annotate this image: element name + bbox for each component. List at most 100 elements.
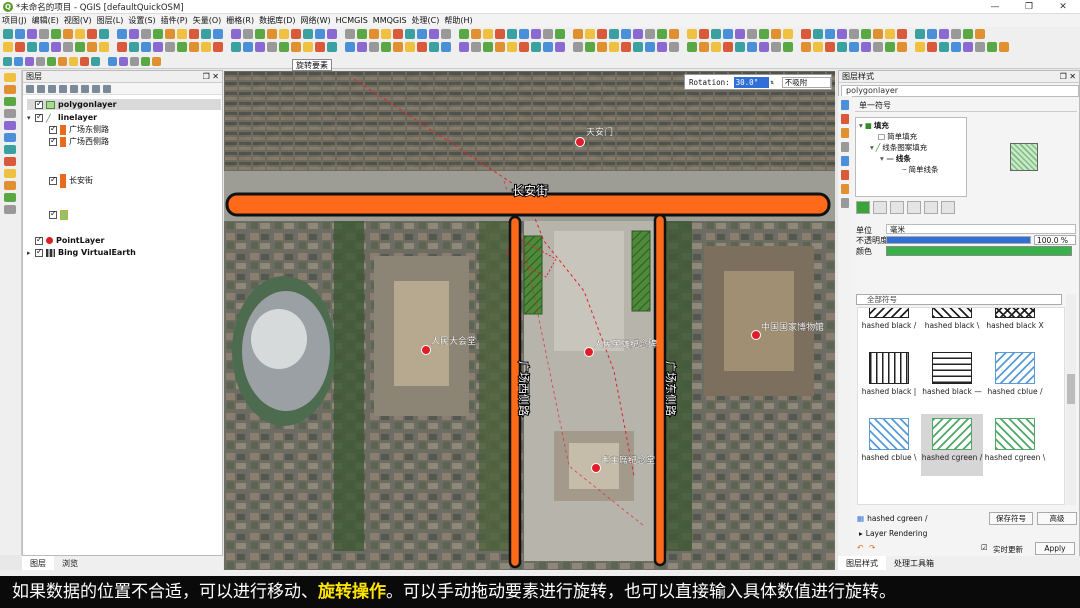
panel-float-close-icon[interactable]: ❐ ✕ [1060, 71, 1076, 83]
toolbar-tool-icon[interactable] [849, 42, 859, 52]
apply-button[interactable]: Apply [1035, 542, 1075, 555]
toolbar-tool-icon[interactable] [108, 56, 117, 66]
toolbar-tool-icon[interactable] [861, 28, 871, 39]
toolbar-tool-icon[interactable] [939, 42, 949, 52]
point-monument[interactable] [584, 347, 594, 357]
toolbar-tool-icon[interactable] [951, 42, 961, 52]
toolbar-tool-icon[interactable] [747, 28, 757, 39]
toolbar-tool-icon[interactable] [861, 42, 871, 52]
toolbar-tool-icon[interactable] [873, 28, 883, 39]
toolbar-tool-icon[interactable] [723, 42, 733, 52]
toolbar-tool-icon[interactable] [381, 28, 391, 39]
toolbar-tool-icon[interactable] [381, 42, 391, 52]
toolbar-tool-icon[interactable] [573, 28, 583, 39]
toolbar-tool-icon[interactable] [99, 28, 109, 39]
toolbar-tool-icon[interactable] [141, 42, 151, 52]
advanced-button[interactable]: 高级 [1037, 512, 1078, 525]
toolbar-tool-icon[interactable] [129, 42, 139, 52]
add-layer-tool-icon[interactable] [4, 133, 16, 142]
toolbar-tool-icon[interactable] [429, 42, 439, 52]
symbol-tree-simple-line[interactable]: ┄ 简单线条 [902, 164, 939, 174]
toolbar-tool-icon[interactable] [267, 42, 277, 52]
symbol-tree-simple-fill[interactable]: □ 简单填充 [878, 131, 917, 141]
layer-category-west-road[interactable]: 广场西侧路 [49, 136, 109, 147]
unit-select[interactable]: 毫米 [886, 224, 1076, 234]
toolbar-tool-icon[interactable] [58, 56, 67, 66]
toolbar-tool-icon[interactable] [987, 42, 997, 52]
toolbar-tool-icon[interactable] [771, 42, 781, 52]
manage-map-themes-icon[interactable] [48, 84, 56, 93]
symbol-gallery-item[interactable]: hashed black \ [921, 308, 983, 344]
toolbar-tool-icon[interactable] [213, 42, 223, 52]
toolbar-tool-icon[interactable] [555, 28, 565, 39]
toolbar-tool-icon[interactable] [531, 28, 541, 39]
add-layer-tool-icon[interactable] [4, 193, 16, 202]
style-tab-icon[interactable] [841, 184, 849, 194]
toolbar-tool-icon[interactable] [915, 28, 925, 39]
category-checkbox[interactable] [49, 175, 57, 185]
live-update-checkbox[interactable]: ☑ [981, 543, 988, 552]
toolbar-tool-icon[interactable] [873, 42, 883, 52]
toolbar-tool-icon[interactable] [621, 28, 631, 39]
add-layer-tool-icon[interactable] [4, 145, 16, 154]
toolbar-tool-icon[interactable] [177, 42, 187, 52]
style-tab-icon[interactable] [841, 198, 849, 208]
toolbar-tool-icon[interactable] [429, 28, 439, 39]
symbol-tree-line[interactable]: ▾ — 线条 [880, 153, 911, 163]
menu-edit[interactable]: 编辑(E) [32, 15, 59, 26]
symbol-tree-line-pattern[interactable]: ▾ ╱ 线条图案填充 [870, 142, 927, 152]
layer-item-linelayer[interactable]: ▾ ╱ linelayer [27, 112, 97, 123]
polygon-feature[interactable] [631, 230, 651, 312]
toolbar-tool-icon[interactable] [369, 42, 379, 52]
toolbar-tool-icon[interactable] [231, 42, 241, 52]
toolbar-tool-icon[interactable] [201, 42, 211, 52]
toolbar-tool-icon[interactable] [735, 28, 745, 39]
category-checkbox[interactable] [49, 124, 57, 134]
toolbar-tool-icon[interactable] [75, 42, 85, 52]
expand-all-icon[interactable] [81, 84, 89, 93]
add-layer-tool-icon[interactable] [4, 121, 16, 130]
toolbar-tool-icon[interactable] [99, 42, 109, 52]
toolbar-tool-icon[interactable] [15, 42, 25, 52]
toolbar-tool-icon[interactable] [291, 28, 301, 39]
toolbar-tool-icon[interactable] [91, 56, 100, 66]
toolbar-tool-icon[interactable] [87, 28, 97, 39]
toolbar-tool-icon[interactable] [117, 28, 127, 39]
toolbar-tool-icon[interactable] [609, 28, 619, 39]
menu-layer[interactable]: 图层(L) [97, 15, 124, 26]
toolbar-tool-icon[interactable] [14, 56, 23, 66]
toolbar-tool-icon[interactable] [345, 28, 355, 39]
tab-browser[interactable]: 浏览 [54, 556, 86, 570]
toolbar-tool-icon[interactable] [243, 28, 253, 39]
save-symbol-button[interactable]: 保存符号 [989, 512, 1034, 525]
toolbar-tool-icon[interactable] [405, 28, 415, 39]
redo-icon[interactable]: ↷ [869, 543, 875, 552]
toolbar-tool-icon[interactable] [471, 42, 481, 52]
toolbar-tool-icon[interactable] [405, 42, 415, 52]
toolbar-tool-icon[interactable] [201, 28, 211, 39]
toolbar-tool-icon[interactable] [573, 42, 583, 52]
toolbar-tool-icon[interactable] [543, 28, 553, 39]
toolbar-tool-icon[interactable] [585, 42, 595, 52]
toolbar-tool-icon[interactable] [189, 42, 199, 52]
toolbar-tool-icon[interactable] [633, 28, 643, 39]
toolbar-tool-icon[interactable] [825, 28, 835, 39]
toolbar-tool-icon[interactable] [897, 42, 907, 52]
category-checkbox[interactable] [49, 136, 57, 146]
toolbar-tool-icon[interactable] [3, 42, 13, 52]
point-great-hall[interactable] [421, 345, 431, 355]
toolbar-tool-icon[interactable] [825, 42, 835, 52]
menu-hcmgis[interactable]: HCMGIS [336, 16, 368, 25]
toolbar-tool-icon[interactable] [669, 28, 679, 39]
toolbar-tool-icon[interactable] [735, 42, 745, 52]
toolbar-tool-icon[interactable] [243, 42, 253, 52]
toolbar-tool-icon[interactable] [759, 42, 769, 52]
toolbar-tool-icon[interactable] [36, 56, 45, 66]
map-canvas[interactable]: 天安门 人民大会堂 人民英雄纪念碑 中国国家博物馆 毛主席纪念堂 长安街 广场西… [224, 71, 835, 570]
toolbar-tool-icon[interactable] [51, 42, 61, 52]
toolbar-tool-icon[interactable] [231, 28, 241, 39]
symbol-gallery-item[interactable]: hashed cgreen / [921, 414, 983, 476]
toolbar-tool-icon[interactable] [963, 28, 973, 39]
toolbar-tool-icon[interactable] [669, 42, 679, 52]
toolbar-tool-icon[interactable] [723, 28, 733, 39]
